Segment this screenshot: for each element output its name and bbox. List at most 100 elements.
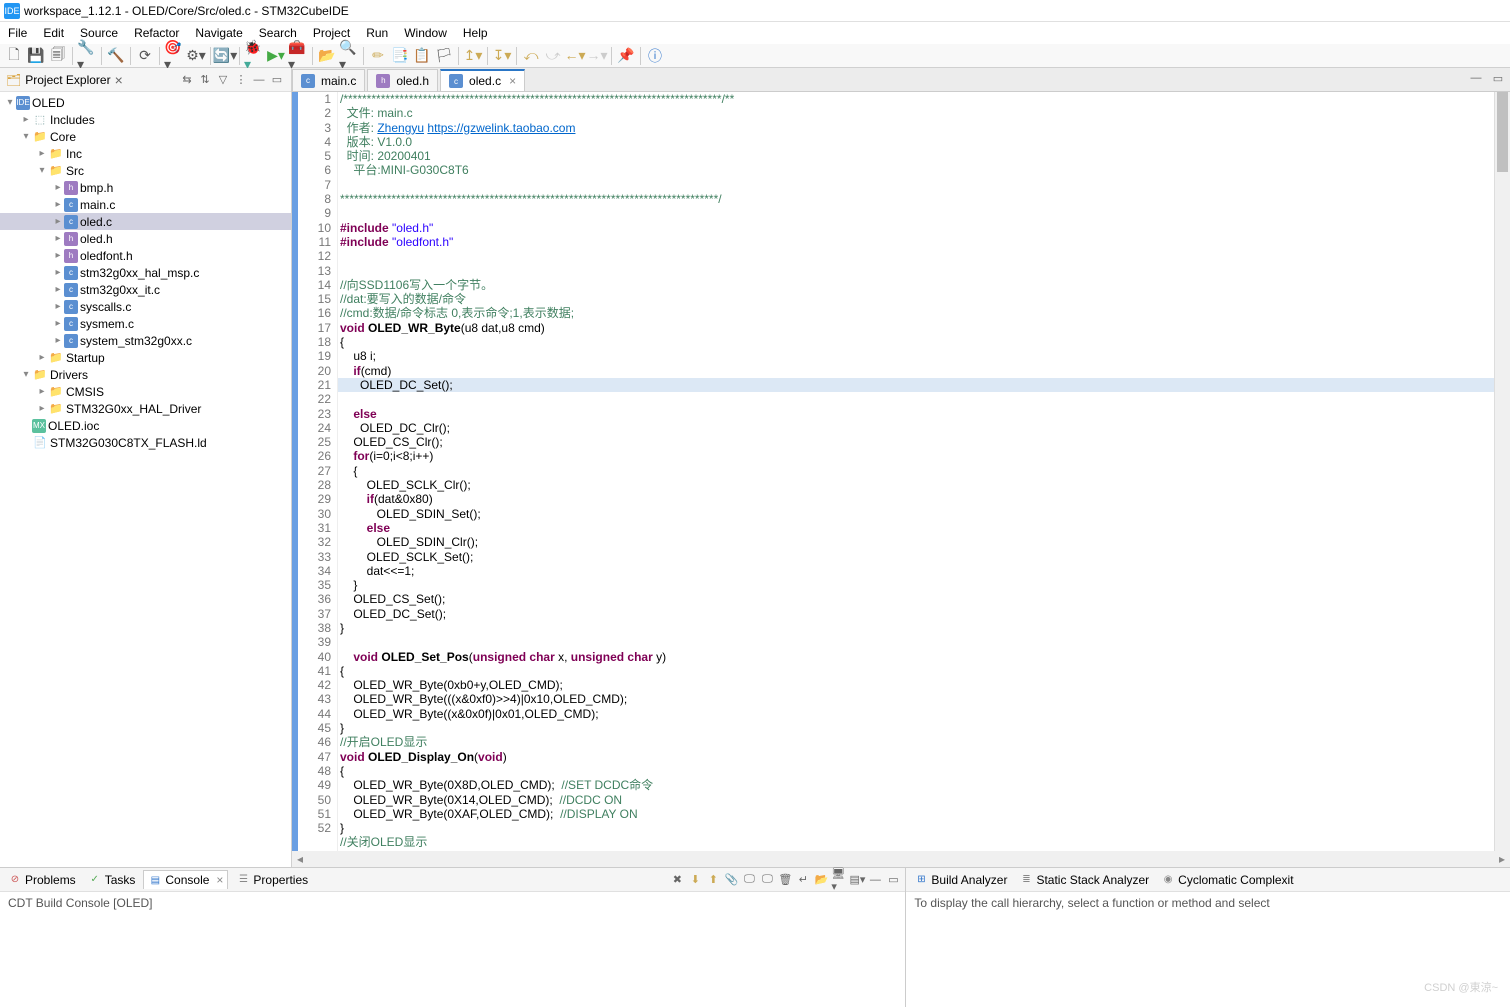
close-icon[interactable]: ×	[216, 873, 223, 887]
twisty-icon[interactable]: ▸	[36, 352, 48, 363]
twisty-icon[interactable]: ▸	[36, 386, 48, 397]
tree-file[interactable]: oledfont.h	[80, 249, 133, 263]
tree-file[interactable]: main.c	[80, 198, 115, 212]
minimize-icon[interactable]: —	[251, 72, 267, 88]
tree-file[interactable]: bmp.h	[80, 181, 113, 195]
debug-icon[interactable]: 🐞▾	[244, 46, 264, 66]
step-down-icon[interactable]: ↧▾	[492, 46, 512, 66]
tree-ioc[interactable]: OLED.ioc	[48, 419, 99, 433]
menu-window[interactable]: Window	[400, 24, 451, 42]
tree-drivers[interactable]: Drivers	[50, 368, 88, 382]
twisty-icon[interactable]: ▾	[36, 165, 48, 176]
clear-icon[interactable]: 🗑	[777, 872, 793, 888]
open-icon[interactable]: 📂	[813, 872, 829, 888]
tab-cyclomatic[interactable]: ◉Cyclomatic Complexit	[1157, 871, 1297, 889]
twisty-icon[interactable]: ▸	[52, 284, 64, 295]
new-icon[interactable]: 🗋	[4, 46, 24, 66]
skip-bp-icon[interactable]: 🏳	[434, 46, 454, 66]
tree-file[interactable]: sysmem.c	[80, 317, 134, 331]
info-icon[interactable]: ⓘ	[645, 46, 665, 66]
toggle-bp-icon[interactable]: 📋	[412, 46, 432, 66]
twisty-icon[interactable]: ▸	[52, 301, 64, 312]
fwd2-icon[interactable]: →▾	[587, 46, 607, 66]
toggle-mark-icon[interactable]: 📑	[390, 46, 410, 66]
search-icon[interactable]: 🔍▾	[339, 46, 359, 66]
tab-oled-c[interactable]: coled.c×	[440, 69, 525, 91]
twisty-icon[interactable]: ▸	[52, 233, 64, 244]
tree-ld[interactable]: STM32G030C8TX_FLASH.ld	[50, 436, 207, 450]
new-console-icon[interactable]: ▤▾	[849, 872, 865, 888]
external-icon[interactable]: 🧰▾	[288, 46, 308, 66]
display-icon[interactable]: 🖵	[741, 872, 757, 888]
collapse-icon[interactable]: ⇆	[179, 72, 195, 88]
wand-icon[interactable]: ✏	[368, 46, 388, 66]
back2-icon[interactable]: ←▾	[565, 46, 585, 66]
twisty-icon[interactable]: ▾	[20, 369, 32, 380]
tree-startup[interactable]: Startup	[66, 351, 105, 365]
maximize-icon[interactable]: ▭	[885, 872, 901, 888]
tab-problems[interactable]: ⊘Problems	[4, 871, 80, 889]
wrap-icon[interactable]: ↵	[795, 872, 811, 888]
tree-project[interactable]: OLED	[32, 96, 65, 110]
twisty-icon[interactable]: ▸	[36, 403, 48, 414]
scrollbar-horizontal[interactable]: ◂▸	[292, 851, 1510, 867]
tree-inc[interactable]: Inc	[66, 147, 82, 161]
link-icon[interactable]: ⇅	[197, 72, 213, 88]
run-icon[interactable]: ▶▾	[266, 46, 286, 66]
tree-file[interactable]: syscalls.c	[80, 300, 131, 314]
twisty-icon[interactable]: ▸	[52, 199, 64, 210]
tab-properties[interactable]: ☰Properties	[232, 871, 312, 889]
folder-icon[interactable]: 📂	[317, 46, 337, 66]
refresh-icon[interactable]: 🔄▾	[215, 46, 235, 66]
twisty-icon[interactable]: ▸	[20, 114, 32, 125]
tab-oled-h[interactable]: holed.h	[367, 69, 438, 91]
tree-cmsis[interactable]: CMSIS	[66, 385, 104, 399]
twisty-icon[interactable]: ▸	[52, 335, 64, 346]
minimize-icon[interactable]: —	[1468, 70, 1484, 86]
menu-file[interactable]: File	[4, 24, 31, 42]
scroll-lock-icon[interactable]: ⬇	[687, 872, 703, 888]
tab-build-analyzer[interactable]: ⊞Build Analyzer	[910, 871, 1011, 889]
tab-tasks[interactable]: ✓Tasks	[84, 871, 140, 889]
tree-hal[interactable]: STM32G0xx_HAL_Driver	[66, 402, 201, 416]
fwd-icon[interactable]: ⤻	[543, 46, 563, 66]
maximize-icon[interactable]: ▭	[1490, 70, 1506, 86]
project-tree[interactable]: ▾IDEOLED ▸⬚Includes ▾📁Core ▸📁Inc ▾📁Src ▸…	[0, 92, 291, 867]
tree-file[interactable]: stm32g0xx_it.c	[80, 283, 160, 297]
save-all-icon[interactable]: 🗐	[48, 46, 68, 66]
display2-icon[interactable]: 🖵	[759, 872, 775, 888]
tab-main-c[interactable]: cmain.c	[292, 69, 365, 91]
debug-target-icon[interactable]: 🎯▾	[164, 46, 184, 66]
scroll-up-icon[interactable]: ⬆	[705, 872, 721, 888]
menu-help[interactable]: Help	[459, 24, 492, 42]
twisty-icon[interactable]: ▾	[4, 97, 16, 108]
tree-src[interactable]: Src	[66, 164, 84, 178]
tree-file[interactable]: stm32g0xx_hal_msp.c	[80, 266, 199, 280]
tree-file[interactable]: oled.h	[80, 232, 113, 246]
menu-edit[interactable]: Edit	[39, 24, 68, 42]
close-icon[interactable]: ×	[509, 74, 516, 88]
pin-icon[interactable]: 📌	[616, 46, 636, 66]
minimize-icon[interactable]: —	[867, 872, 883, 888]
tree-file-selected[interactable]: oled.c	[80, 215, 112, 229]
view-menu-icon[interactable]: ⋮	[233, 72, 249, 88]
twisty-icon[interactable]: ▾	[20, 131, 32, 142]
scrollbar-vertical[interactable]	[1494, 92, 1510, 851]
twisty-icon[interactable]: ▸	[52, 216, 64, 227]
filter-icon[interactable]: ▽	[215, 72, 231, 88]
twisty-icon[interactable]: ▸	[52, 182, 64, 193]
back-icon[interactable]: ⤺	[521, 46, 541, 66]
twisty-icon[interactable]: ▸	[52, 250, 64, 261]
menu-run[interactable]: Run	[362, 24, 392, 42]
tab-console[interactable]: ▤Console×	[143, 870, 228, 889]
tab-stack-analyzer[interactable]: ≣Static Stack Analyzer	[1015, 871, 1153, 889]
maximize-icon[interactable]: ▭	[269, 72, 285, 88]
twisty-icon[interactable]: ▸	[52, 318, 64, 329]
pin-icon[interactable]: 📎	[723, 872, 739, 888]
menu-navigate[interactable]: Navigate	[191, 24, 246, 42]
tree-core[interactable]: Core	[50, 130, 76, 144]
build-icon[interactable]: 🔨	[106, 46, 126, 66]
monitor-icon[interactable]: 🖥▾	[831, 872, 847, 888]
step-up-icon[interactable]: ↥▾	[463, 46, 483, 66]
twisty-icon[interactable]: ▸	[36, 148, 48, 159]
